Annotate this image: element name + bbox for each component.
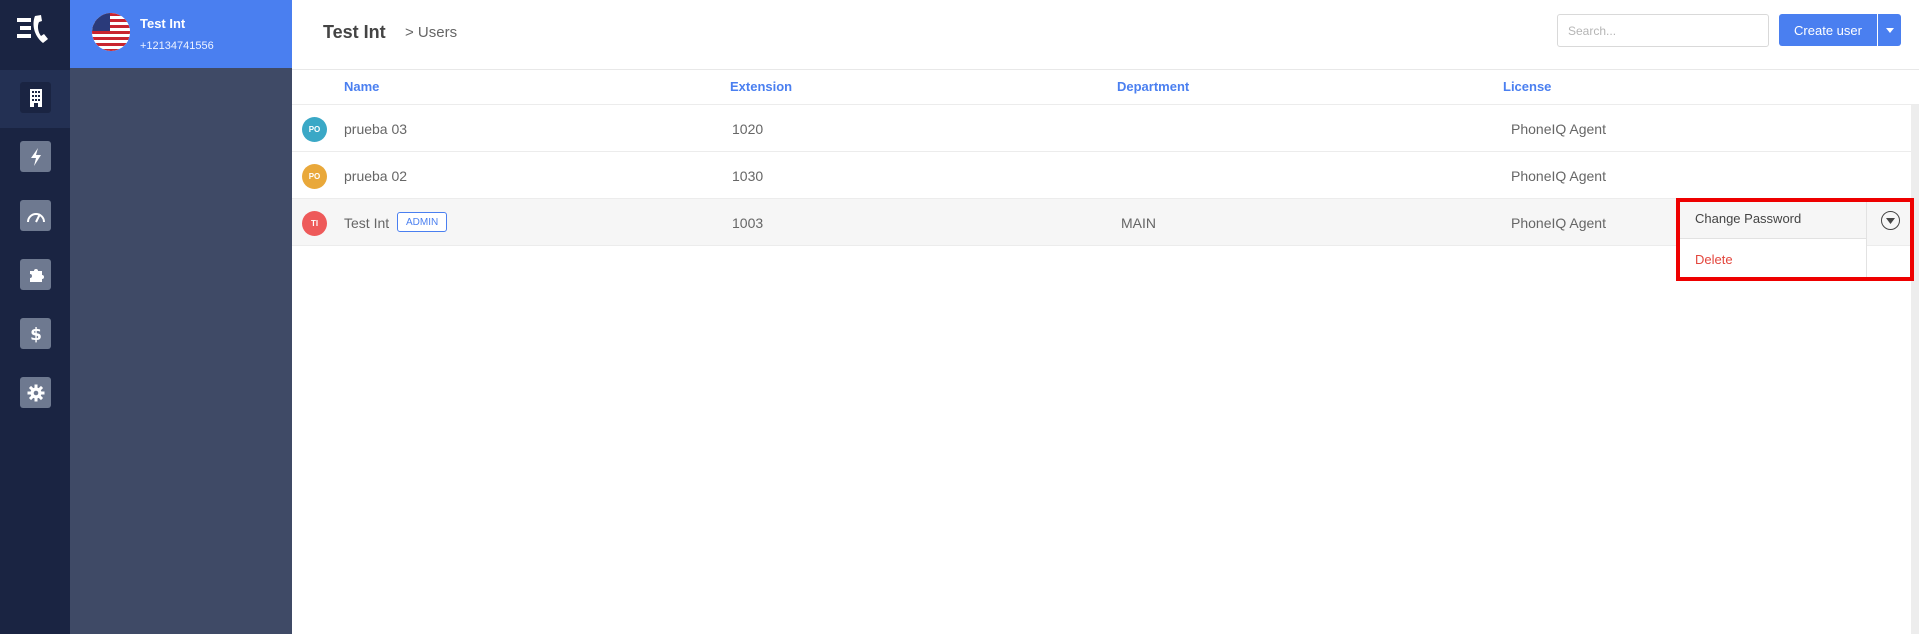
avatar: PO	[302, 117, 327, 142]
create-user-button[interactable]: Create user	[1779, 14, 1877, 46]
table-row[interactable]: TI Test Int ADMIN 1003 MAIN PhoneIQ Agen…	[292, 199, 1919, 246]
app-logo[interactable]	[0, 0, 70, 60]
user-extension: 1003	[732, 215, 764, 231]
svg-text:$: $	[30, 325, 42, 344]
change-password-menu-item[interactable]: Change Password	[1678, 199, 1866, 239]
account-card[interactable]: Test Int +12134741556	[70, 0, 292, 68]
column-header-department[interactable]: Department	[1117, 79, 1189, 94]
column-header-license[interactable]: License	[1503, 79, 1551, 94]
gear-icon	[27, 384, 44, 401]
table-row[interactable]: PO prueba 02 1030 PhoneIQ Agent	[292, 152, 1919, 199]
nav-item-dashboard[interactable]	[20, 200, 51, 231]
building-icon	[29, 88, 42, 107]
app-root: $ Test Int +12134741556 Test Int > Users…	[0, 0, 1919, 634]
user-name: prueba 03	[344, 121, 408, 137]
caret-down-icon	[1885, 27, 1894, 33]
account-phone: +12134741556	[140, 40, 214, 52]
nav-item-automation[interactable]	[20, 141, 51, 172]
user-extension: 1030	[732, 168, 764, 184]
user-license: PhoneIQ Agent	[1511, 121, 1606, 137]
icon-rail: $	[0, 0, 70, 634]
admin-badge: ADMIN	[397, 212, 448, 232]
dollar-icon: $	[30, 325, 42, 344]
account-name: Test Int	[140, 16, 186, 31]
user-name: prueba 02	[344, 168, 408, 184]
us-flag-icon	[92, 13, 130, 51]
row-actions-menu: Change Password Delete	[1678, 199, 1866, 279]
scrollbar[interactable]	[1911, 105, 1919, 634]
column-header-name[interactable]: Name	[344, 79, 379, 94]
create-user-dropdown-toggle[interactable]	[1878, 14, 1901, 46]
page-header: Test Int > Users Create user	[292, 0, 1919, 70]
user-extension: 1020	[732, 121, 764, 137]
puzzle-icon	[29, 268, 44, 282]
breadcrumb-root[interactable]: Test Int	[323, 22, 386, 43]
nav-item-settings[interactable]	[20, 377, 51, 408]
user-name: Test Int	[344, 215, 390, 231]
avatar: TI	[302, 211, 327, 236]
lightning-icon	[30, 147, 41, 166]
chevron-down-circle-icon	[1881, 211, 1900, 230]
user-license: PhoneIQ Agent	[1511, 215, 1606, 231]
user-license: PhoneIQ Agent	[1511, 168, 1606, 184]
account-sidebar: Test Int +12134741556	[70, 0, 292, 634]
speedometer-icon	[26, 212, 45, 222]
row-actions-toggle[interactable]	[1866, 199, 1914, 279]
nav-item-billing[interactable]: $	[20, 318, 51, 349]
avatar: PO	[302, 164, 327, 189]
phone-logo-icon	[17, 15, 48, 43]
breadcrumb-current: > Users	[405, 24, 458, 41]
table-row[interactable]: PO prueba 03 1020 PhoneIQ Agent	[292, 105, 1919, 152]
nav-item-integrations[interactable]	[20, 259, 51, 290]
column-header-extension[interactable]: Extension	[730, 79, 792, 94]
nav-item-companies[interactable]	[20, 82, 51, 113]
search-input[interactable]	[1557, 14, 1769, 47]
users-table: Name Extension Department License PO pru…	[292, 70, 1919, 634]
user-department: MAIN	[1121, 215, 1156, 231]
delete-menu-item[interactable]: Delete	[1678, 239, 1866, 279]
